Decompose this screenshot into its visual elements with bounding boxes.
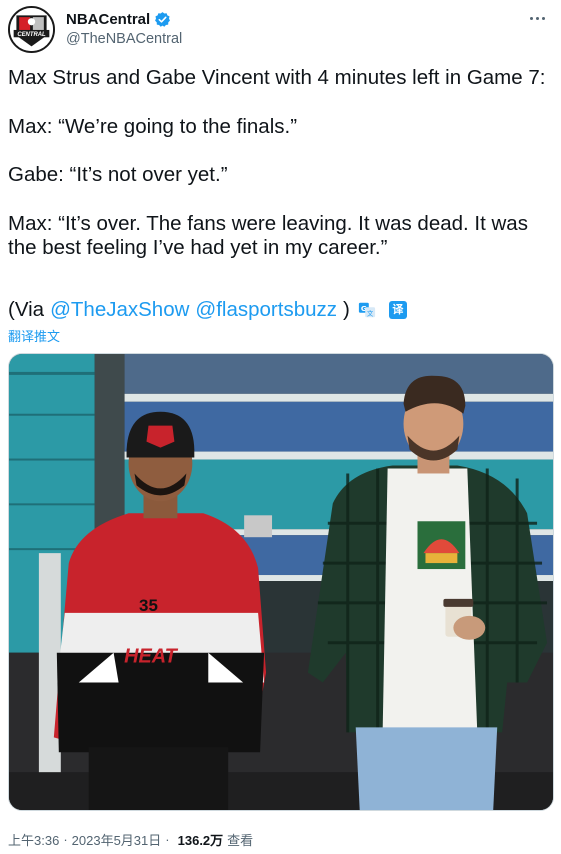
handle[interactable]: @TheNBACentral: [66, 31, 182, 47]
tweet-text: Max Strus and Gabe Vincent with 4 minute…: [8, 66, 553, 261]
tweet-time[interactable]: 上午3:36: [8, 830, 59, 849]
display-name[interactable]: NBACentral: [66, 11, 150, 28]
tweet-paragraph: Max: “It’s over. The fans were leaving. …: [8, 211, 528, 260]
jersey-number: 35: [139, 596, 158, 615]
views-count: 136.2万: [177, 833, 224, 848]
nba-central-logo-icon: CENTRAL: [10, 8, 53, 51]
mention-link[interactable]: @TheJaxShow: [50, 298, 189, 322]
tweet-header: CENTRAL NBACentral @TheNBACentral: [8, 6, 553, 54]
more-options-icon[interactable]: [525, 8, 549, 28]
verified-badge-icon[interactable]: [154, 11, 171, 28]
tweet-meta: 上午3:36 · 2023年5月31日 · 136.2万 查看: [8, 830, 253, 849]
via-line: (Via @TheJaxShow @flasportsbuzz ) G 文 译: [8, 298, 407, 322]
svg-text:文: 文: [367, 308, 374, 317]
avatar[interactable]: CENTRAL: [8, 6, 55, 53]
tweet-photo[interactable]: 35 HEAT: [8, 353, 554, 811]
photo-scene: 35 HEAT: [9, 354, 553, 810]
more-dot: [535, 16, 539, 20]
translate-icon[interactable]: G 文: [358, 301, 376, 319]
via-prefix: (Via: [8, 298, 45, 321]
avatar-text: CENTRAL: [17, 32, 46, 38]
more-dot: [529, 16, 533, 20]
more-dot: [541, 16, 545, 20]
mention-link[interactable]: @flasportsbuzz: [195, 298, 337, 322]
translate-badge-icon[interactable]: 译: [388, 301, 407, 319]
tweet-paragraph: Gabe: “It’s not over yet.”: [8, 163, 228, 186]
tweet-paragraph: Max: “We’re going to the finals.”: [8, 114, 298, 138]
translate-tweet-link[interactable]: 翻译推文: [8, 326, 60, 345]
tweet-paragraph: Max Strus and Gabe Vincent with 4 minute…: [8, 66, 546, 89]
meta-separator: ·: [165, 832, 170, 847]
via-suffix: ): [343, 298, 350, 321]
tweet-date[interactable]: 2023年5月31日: [72, 830, 162, 849]
jersey-text: HEAT: [124, 646, 179, 668]
views-label: 查看: [227, 833, 254, 848]
meta-separator: ·: [63, 832, 68, 847]
